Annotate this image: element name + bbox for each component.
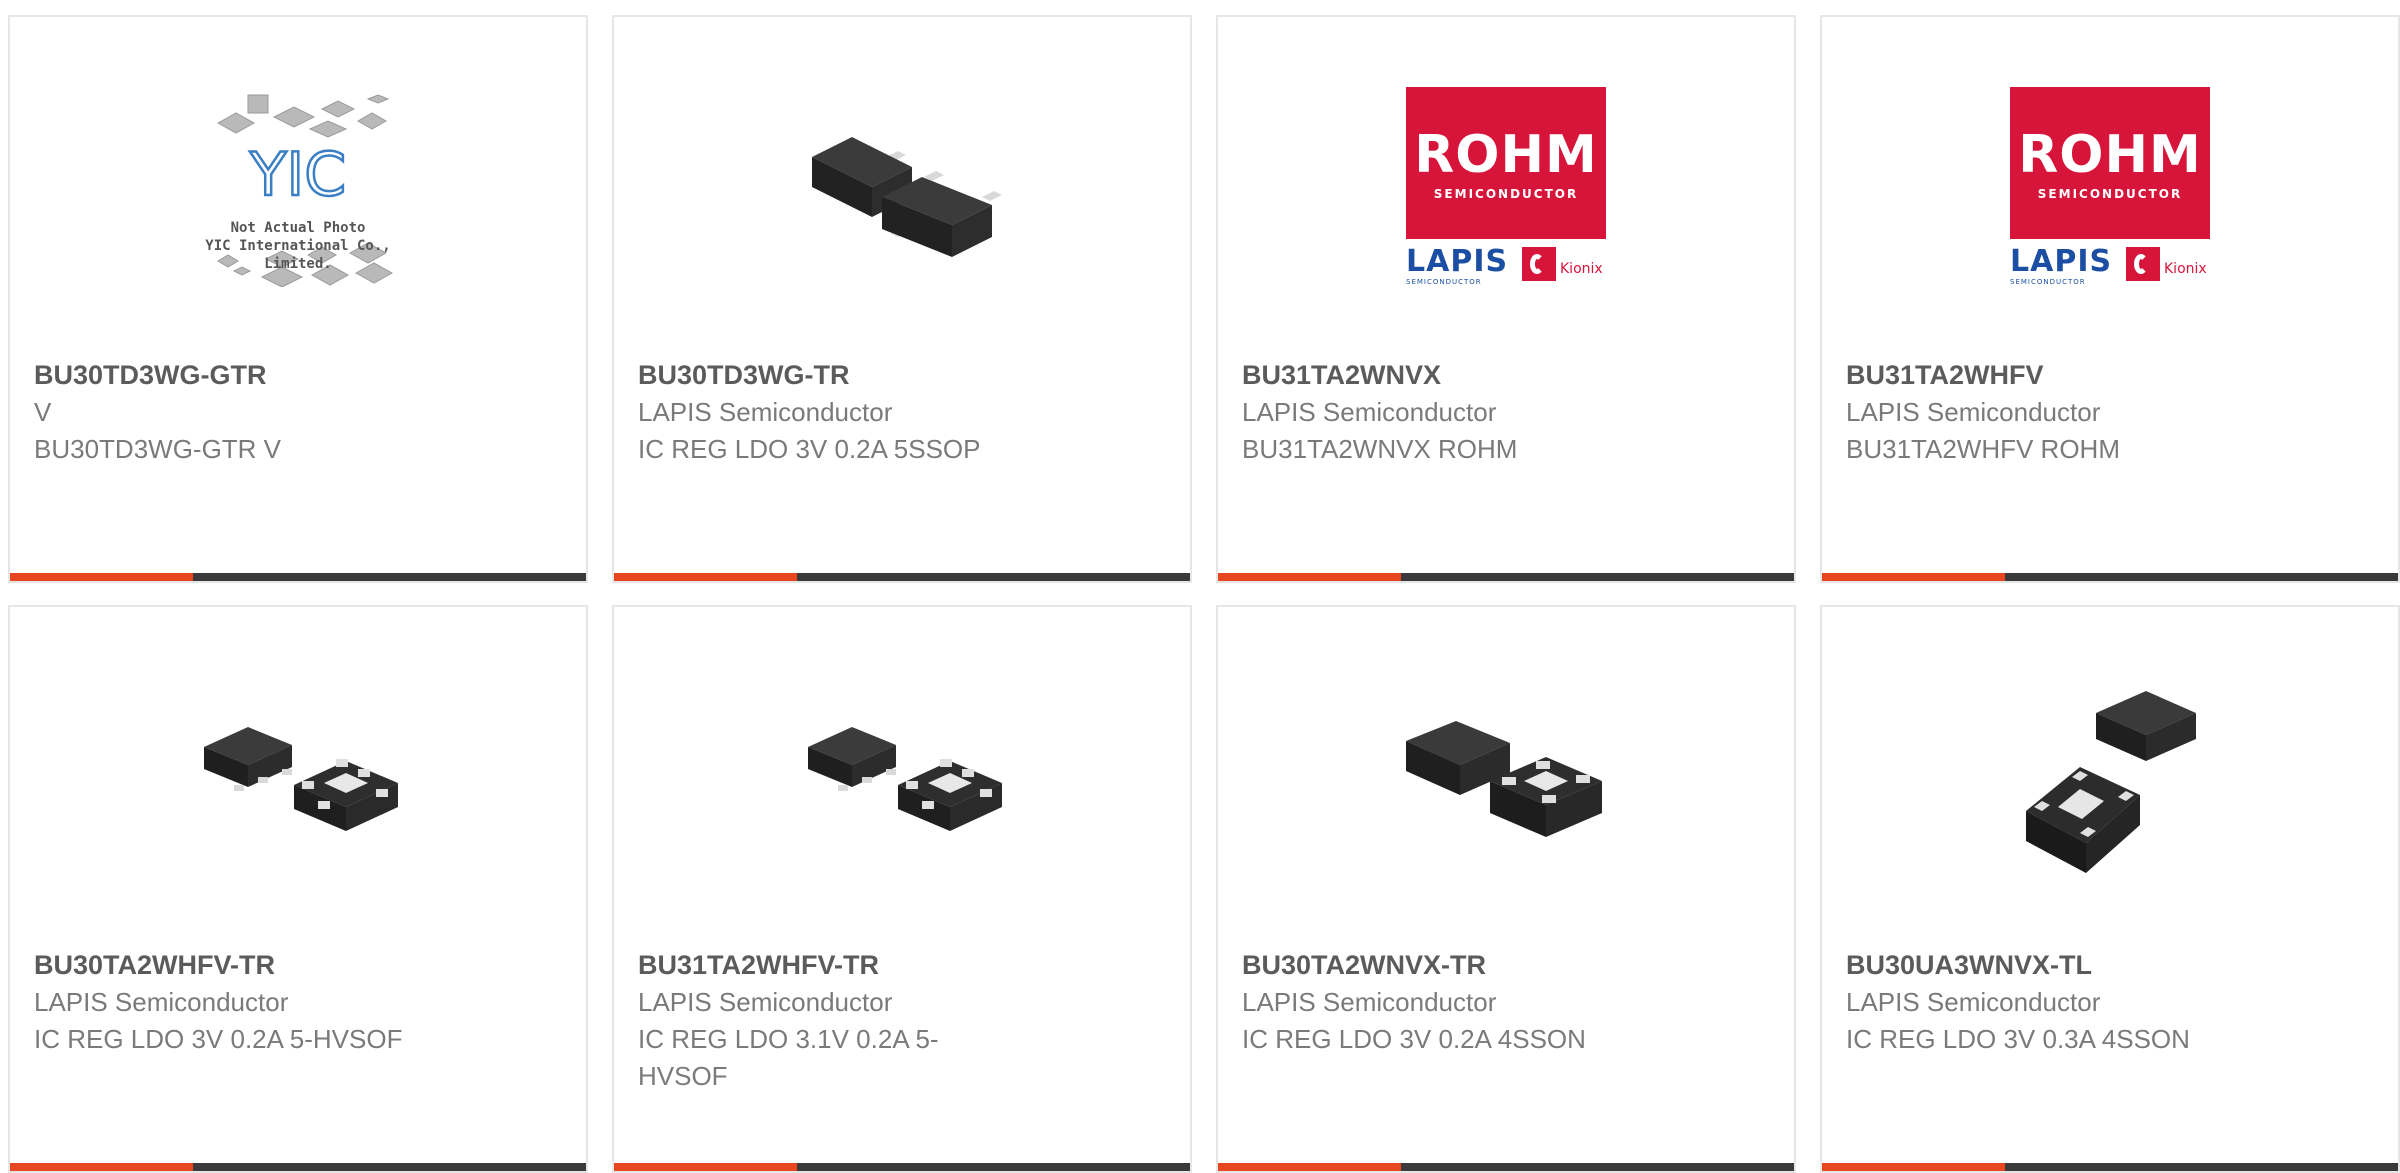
description: BU30TD3WG-GTR V [34, 434, 282, 464]
product-image-placeholder: YIC Not Actual Photo YIC International C… [198, 87, 398, 288]
product-info: BU30TD3WG-GTR V BU30TD3WG-GTR V [34, 357, 562, 468]
caption-line-1: Not Actual Photo [230, 220, 366, 236]
hvsof5-package-icon [204, 727, 398, 831]
product-info: BU30TD3WG-TR LAPIS Semiconductor IC REG … [638, 357, 1166, 468]
product-card[interactable]: ROHM SEMICONDUCTOR LAPIS SEMICONDUCTOR K… [1820, 15, 2400, 583]
product-grid: YIC Not Actual Photo YIC International C… [8, 15, 2400, 1173]
manufacturer: V [34, 397, 52, 427]
product-card[interactable]: BU30UA3WNVX-TL LAPIS Semiconductor IC RE… [1820, 605, 2400, 1173]
rohm-brand: ROHM [2018, 125, 2202, 185]
product-card[interactable]: BU30TA2WNVX-TR LAPIS Semiconductor IC RE… [1216, 605, 1796, 1173]
kionix-logo: Kionix [1560, 261, 1603, 277]
product-image-sson4-angled [2010, 677, 2210, 877]
description: BU31TA2WHFV ROHM [1846, 434, 2120, 464]
product-card[interactable]: ROHM SEMICONDUCTOR LAPIS SEMICONDUCTOR K… [1216, 15, 1796, 583]
card-accent [614, 573, 797, 581]
part-number: BU30UA3WNVX-TL [1846, 950, 2093, 980]
product-image-ssop5 [802, 87, 1002, 287]
product-info: BU30TA2WHFV-TR LAPIS Semiconductor IC RE… [34, 947, 562, 1058]
product-card[interactable]: YIC Not Actual Photo YIC International C… [8, 15, 588, 583]
card-accent [1822, 573, 2005, 581]
part-number: BU30TD3WG-TR [638, 360, 850, 390]
card-bottom-bar [10, 573, 586, 581]
card-accent [1218, 573, 1401, 581]
part-number: BU30TD3WG-GTR [34, 360, 267, 390]
rohm-sub: SEMICONDUCTOR [2037, 187, 2183, 201]
product-info: BU30UA3WNVX-TL LAPIS Semiconductor IC RE… [1846, 947, 2374, 1058]
manufacturer: LAPIS Semiconductor [1846, 397, 2101, 427]
kionix-mark-icon [2126, 247, 2160, 281]
description: IC REG LDO 3V 0.3A 4SSON [1846, 1024, 2190, 1054]
manufacturer: LAPIS Semiconductor [34, 987, 289, 1017]
rohm-logo-box: ROHM SEMICONDUCTOR [2010, 87, 2210, 239]
manufacturer: LAPIS Semiconductor [638, 987, 893, 1017]
sson4-package-icon [1406, 721, 1602, 837]
group-logos: LAPIS SEMICONDUCTOR Kionix [2010, 247, 2210, 287]
manufacturer: LAPIS Semiconductor [1242, 987, 1497, 1017]
rohm-logo: ROHM SEMICONDUCTOR LAPIS SEMICONDUCTOR K… [2010, 87, 2210, 287]
card-accent [614, 1163, 797, 1171]
manufacturer: LAPIS Semiconductor [1846, 987, 2101, 1017]
product-card[interactable]: BU31TA2WHFV-TR LAPIS Semiconductor IC RE… [612, 605, 1192, 1173]
part-number: BU30TA2WHFV-TR [34, 950, 276, 980]
rohm-logo: ROHM SEMICONDUCTOR LAPIS SEMICONDUCTOR K… [1406, 87, 1606, 287]
rohm-logo-box: ROHM SEMICONDUCTOR [1406, 87, 1606, 239]
card-bottom-bar [1218, 573, 1794, 581]
card-bottom-bar [614, 1163, 1190, 1171]
description: IC REG LDO 3.1V 0.2A 5-HVSOF [638, 1024, 939, 1091]
rohm-sub: SEMICONDUCTOR [1433, 187, 1579, 201]
card-accent [10, 573, 193, 581]
product-info: BU30TA2WNVX-TR LAPIS Semiconductor IC RE… [1242, 947, 1770, 1058]
not-actual-photo-caption: Not Actual Photo YIC International Co., … [198, 219, 398, 273]
card-bottom-bar [1218, 1163, 1794, 1171]
card-bottom-bar [10, 1163, 586, 1171]
card-accent [1218, 1163, 1401, 1171]
card-bottom-bar [614, 573, 1190, 581]
product-card[interactable]: BU30TA2WHFV-TR LAPIS Semiconductor IC RE… [8, 605, 588, 1173]
part-number: BU30TA2WNVX-TR [1242, 950, 1487, 980]
part-number: BU31TA2WNVX [1242, 360, 1442, 390]
ssop5-package-icon [812, 137, 1002, 257]
card-accent [1822, 1163, 2005, 1171]
description: BU31TA2WNVX ROHM [1242, 434, 1518, 464]
yic-logo: YIC [249, 140, 346, 210]
product-image-hvsof5 [802, 677, 1002, 877]
lapis-logo: LAPIS [1406, 244, 1509, 279]
description: IC REG LDO 3V 0.2A 5-HVSOF [34, 1024, 403, 1054]
manufacturer: LAPIS Semiconductor [1242, 397, 1497, 427]
kionix-mark-icon [1522, 247, 1556, 281]
manufacturer: LAPIS Semiconductor [638, 397, 893, 427]
card-bottom-bar [1822, 1163, 2398, 1171]
lapis-sub: SEMICONDUCTOR [1406, 278, 1482, 286]
product-card[interactable]: BU30TD3WG-TR LAPIS Semiconductor IC REG … [612, 15, 1192, 583]
card-accent [10, 1163, 193, 1171]
part-number: BU31TA2WHFV [1846, 360, 2044, 390]
caption-line-2: YIC International Co., Limited. [205, 238, 391, 272]
rohm-brand: ROHM [1414, 125, 1598, 185]
lapis-sub: SEMICONDUCTOR [2010, 278, 2086, 286]
group-logos: LAPIS SEMICONDUCTOR Kionix [1406, 247, 1606, 287]
product-info: BU31TA2WHFV LAPIS Semiconductor BU31TA2W… [1846, 357, 2374, 468]
part-number: BU31TA2WHFV-TR [638, 950, 880, 980]
lapis-logo: LAPIS [2010, 244, 2113, 279]
description: IC REG LDO 3V 0.2A 4SSON [1242, 1024, 1586, 1054]
hvsof5-package-icon [808, 727, 1002, 831]
description: IC REG LDO 3V 0.2A 5SSOP [638, 434, 981, 464]
product-info: BU31TA2WHFV-TR LAPIS Semiconductor IC RE… [638, 947, 1166, 1095]
product-image-sson4 [1406, 677, 1606, 877]
sson4-package-angled-icon [2026, 691, 2196, 873]
product-image-hvsof5 [198, 677, 398, 877]
card-bottom-bar [1822, 573, 2398, 581]
product-info: BU31TA2WNVX LAPIS Semiconductor BU31TA2W… [1242, 357, 1770, 468]
kionix-logo: Kionix [2164, 261, 2207, 277]
